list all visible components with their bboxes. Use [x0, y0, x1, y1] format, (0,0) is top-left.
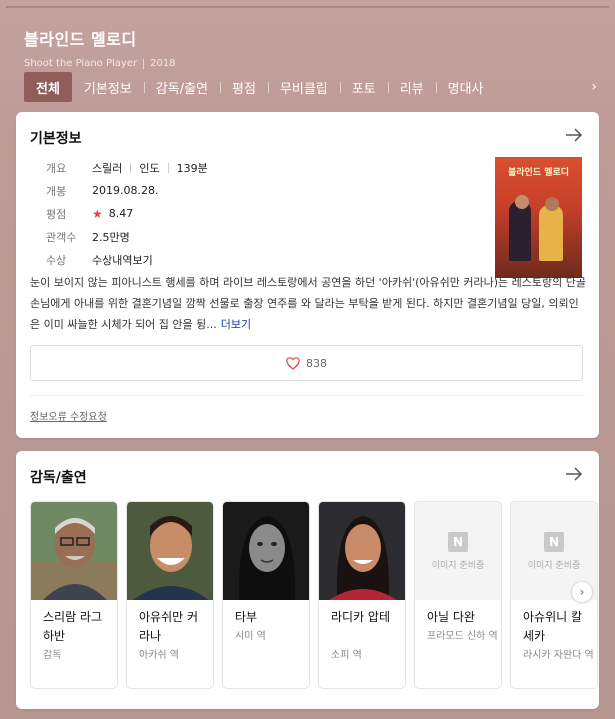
divider — [30, 395, 585, 396]
synopsis: 눈이 보이지 않는 피아니스트 행세를 하며 라이브 레스토랑에서 공연을 하던… — [30, 272, 586, 335]
chevron-right-icon: › — [579, 585, 585, 599]
subtitle-divider — [143, 58, 145, 69]
person-photo — [223, 502, 309, 600]
person-name: 라디카 압테 — [331, 610, 391, 624]
tab-quotes[interactable]: 명대사 — [435, 72, 496, 102]
no-image-icon: N — [448, 531, 468, 552]
movie-subtitle: Shoot the Piano Player 2018 — [24, 58, 176, 69]
tab-photo[interactable]: 포토 — [339, 72, 388, 102]
award-link[interactable]: 수상내역보기 — [92, 252, 153, 268]
runtime: 139분 — [176, 161, 208, 175]
person-photo — [127, 502, 213, 600]
info-label: 관객수 — [46, 230, 77, 244]
cast-item[interactable]: 스리람 라그하반 감독 — [30, 501, 118, 689]
person-role: 아카쉬 역 — [139, 650, 179, 661]
no-image-text: 이미지 준비중 — [431, 560, 485, 571]
basic-info-title: 기본정보 — [30, 131, 82, 147]
info-label: 수상 — [46, 253, 67, 267]
info-label: 개요 — [46, 161, 67, 175]
person-photo — [319, 502, 405, 600]
like-count: 838 — [306, 356, 327, 370]
rating-value: 8.47 — [108, 207, 134, 220]
basic-info-card: 기본정보 개요 스릴러 인도 139분 개봉 2019.08.28. 평점 ★ … — [16, 112, 599, 438]
tab-review[interactable]: 리뷰 — [387, 72, 436, 102]
cast-item[interactable]: 타부 시미 역 — [222, 501, 310, 689]
cast-item[interactable]: 라디카 압테 소피 역 — [318, 501, 406, 689]
info-row-rating: 평점 ★ 8.47 — [46, 202, 208, 225]
movie-header: 블라인드 멜로디 Shoot the Piano Player 2018 — [24, 26, 176, 69]
person-name: 아슈위니 칼세카 — [523, 610, 583, 643]
audience-count: 2.5만명 — [92, 230, 130, 244]
arrow-right-icon[interactable] — [565, 465, 583, 483]
synopsis-text: 눈이 보이지 않는 피아니스트 행세를 하며 라이브 레스토랑에서 공연을 하던… — [30, 276, 586, 331]
person-role: 프라모드 신하 역 — [427, 631, 498, 642]
person-photo-placeholder: N 이미지 준비중 — [415, 502, 501, 600]
person-role: 라시카 자완다 역 — [523, 650, 594, 661]
star-icon: ★ — [92, 206, 103, 221]
genre: 스릴러 — [92, 161, 123, 175]
poster-title: 블라인드 멜로디 — [507, 168, 570, 178]
info-row-genre: 개요 스릴러 인도 139분 — [46, 156, 208, 179]
more-link[interactable]: 더보기 — [221, 318, 251, 331]
cast-next-button[interactable]: › — [571, 581, 593, 603]
tab-cast[interactable]: 감독/출연 — [143, 72, 220, 102]
person-role: 소피 역 — [331, 650, 362, 661]
arrow-right-icon[interactable] — [565, 126, 583, 144]
info-row-release: 개봉 2019.08.28. — [46, 179, 208, 202]
person-name: 아유쉬만 커라나 — [139, 610, 199, 643]
movie-poster[interactable]: 블라인드 멜로디 — [495, 157, 582, 278]
release-date: 2019.08.28. — [92, 184, 159, 197]
divider — [167, 162, 169, 173]
divider — [130, 162, 132, 173]
report-error-link[interactable]: 정보오류 수정요청 — [30, 408, 107, 423]
person-photo — [31, 502, 117, 600]
no-image-icon: N — [544, 531, 564, 552]
tab-bar: 전체 기본정보 감독/출연 평점 무비클립 포토 리뷰 명대사 › — [24, 72, 599, 102]
person-name: 스리람 라그하반 — [43, 610, 103, 643]
cast-item[interactable]: 아유쉬만 커라나 아카쉬 역 — [126, 501, 214, 689]
movie-title: 블라인드 멜로디 — [24, 30, 137, 49]
person-name: 아닐 다완 — [427, 610, 475, 624]
no-image-text: 이미지 준비중 — [527, 560, 581, 571]
info-label: 평점 — [46, 207, 67, 221]
english-title: Shoot the Piano Player — [24, 58, 138, 69]
info-row-audience: 관객수 2.5만명 — [46, 225, 208, 248]
tab-basic-info[interactable]: 기본정보 — [72, 72, 144, 102]
country: 인도 — [139, 161, 160, 175]
person-name: 타부 — [235, 610, 258, 624]
person-role: 시미 역 — [235, 631, 266, 642]
info-list: 개요 스릴러 인도 139분 개봉 2019.08.28. 평점 ★ 8.47 … — [46, 156, 208, 271]
person-role: 감독 — [43, 650, 62, 661]
heart-icon — [286, 356, 300, 370]
release-year: 2018 — [150, 58, 176, 69]
tabs-next-icon[interactable]: › — [591, 79, 597, 95]
cast-list: 스리람 라그하반 감독 아유쉬만 커라나 아카쉬 역 타부 시미 역 라디카 압… — [30, 501, 599, 691]
info-row-award: 수상 수상내역보기 — [46, 248, 208, 271]
like-button[interactable]: 838 — [30, 345, 583, 381]
tab-movie-clip[interactable]: 무비클립 — [267, 72, 340, 102]
info-label: 개봉 — [46, 184, 67, 198]
cast-card: 감독/출연 스리람 라그하반 감독 아유쉬만 커라나 아카쉬 역 타부 시미 역… — [16, 451, 599, 709]
cast-title: 감독/출연 — [30, 470, 87, 486]
cast-item[interactable]: N 이미지 준비중 아닐 다완 프라모드 신하 역 — [414, 501, 502, 689]
tab-rating[interactable]: 평점 — [220, 72, 268, 102]
tab-all[interactable]: 전체 — [24, 72, 72, 102]
